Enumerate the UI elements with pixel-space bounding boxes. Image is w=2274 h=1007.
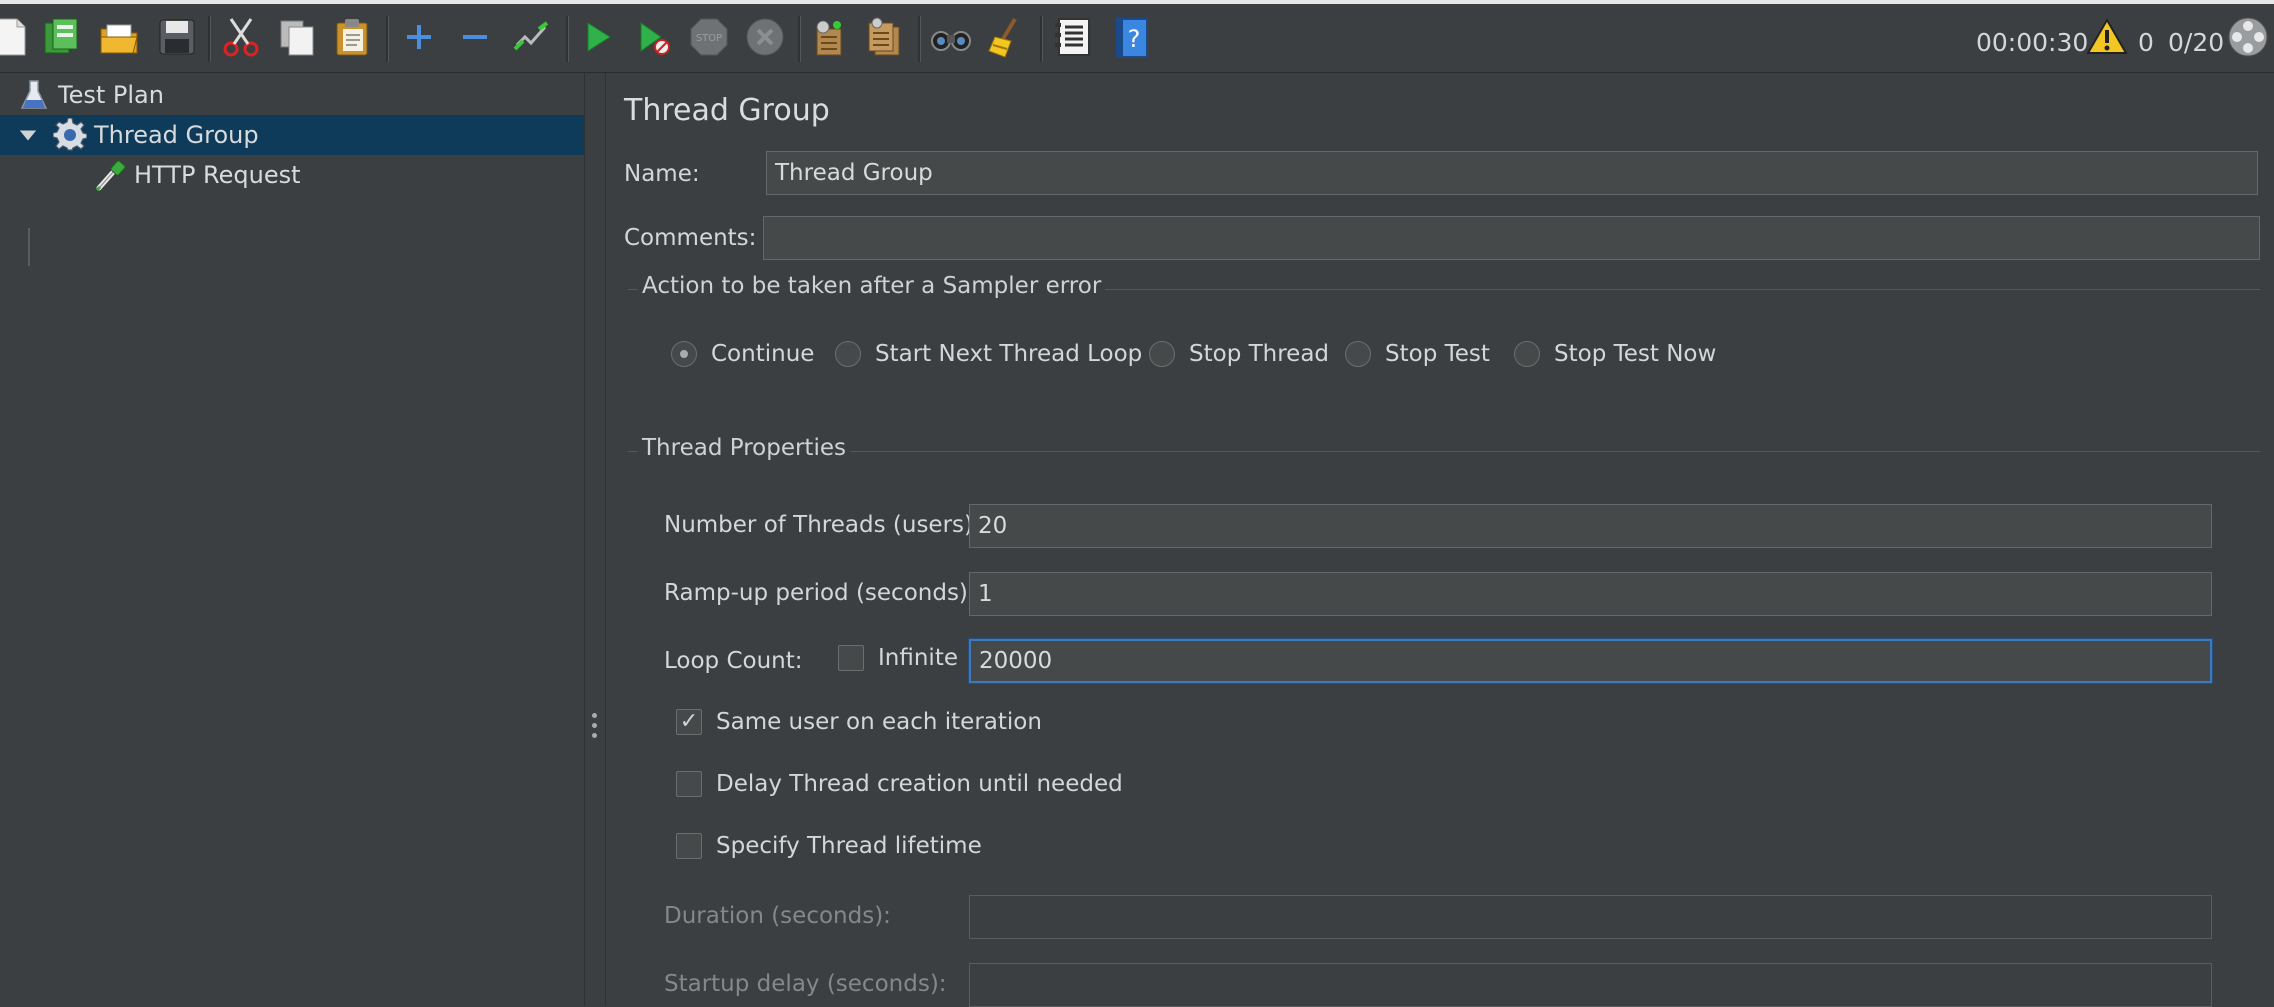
threads-label: Number of Threads (users): — [664, 512, 981, 538]
chevron-down-icon — [19, 130, 37, 141]
comments-label: Comments: — [624, 225, 757, 251]
rampup-label: Ramp-up period (seconds): — [664, 580, 976, 606]
toolbar: STOP ? 00:00:30 0 0/20 — [0, 4, 2274, 73]
radio-start-next-thread-loop-label: Start Next Thread Loop — [875, 341, 1143, 367]
open-icon[interactable] — [96, 14, 142, 60]
sampler-error-section-title: Action to be taken after a Sampler error — [638, 273, 1106, 299]
radio-stop-test-now-label: Stop Test Now — [1554, 341, 1717, 367]
clear-all-icon[interactable] — [862, 14, 908, 60]
radio-stop-test-now-indicator[interactable] — [1514, 341, 1540, 367]
same-user-label: Same user on each iteration — [716, 709, 1042, 735]
toolbar-separator — [918, 16, 921, 62]
duration-field — [969, 895, 2212, 939]
page-title: Thread Group — [624, 93, 830, 128]
thread-group-gear-icon — [52, 117, 88, 153]
tree-connector-line — [28, 228, 30, 266]
loop-count-field[interactable]: 20000 — [969, 639, 2212, 683]
elapsed-time: 00:00:30 — [1976, 27, 2089, 57]
radio-stop-test-now[interactable]: Stop Test Now — [1514, 341, 1716, 367]
infinite-label: Infinite — [878, 645, 958, 671]
name-field[interactable]: Thread Group — [766, 151, 2258, 195]
toolbar-separator — [798, 16, 801, 62]
function-helper-icon[interactable] — [1050, 14, 1096, 60]
tree-item-thread-group[interactable]: Thread Group — [0, 115, 602, 155]
tree-expand-toggle[interactable] — [18, 128, 40, 142]
shutdown-icon[interactable] — [742, 14, 788, 60]
loop-count-label: Loop Count: — [664, 648, 803, 674]
duration-label: Duration (seconds): — [664, 903, 891, 929]
cut-icon[interactable] — [218, 14, 264, 60]
expand-icon[interactable] — [396, 14, 442, 60]
threads-field[interactable]: 20 — [969, 504, 2212, 548]
specify-lifetime-label: Specify Thread lifetime — [716, 833, 982, 859]
splitter-grip-icon[interactable] — [592, 713, 598, 743]
stop-icon[interactable]: STOP — [686, 14, 732, 60]
tree-item-http-request[interactable]: HTTP Request — [0, 155, 676, 195]
thread-properties-section: Thread Properties — [628, 435, 2260, 461]
paste-icon[interactable] — [330, 14, 376, 60]
start-no-pauses-icon[interactable] — [630, 14, 676, 60]
comments-field[interactable] — [763, 216, 2260, 260]
collapse-icon[interactable] — [452, 14, 498, 60]
specify-lifetime-box[interactable] — [676, 833, 702, 859]
checkmark-icon[interactable]: ✓ — [676, 709, 702, 735]
radio-stop-thread-indicator[interactable] — [1149, 341, 1175, 367]
tree-item-label: Thread Group — [94, 121, 259, 149]
help-icon-text: ? — [1128, 25, 1141, 53]
delay-thread-creation-checkbox[interactable]: Delay Thread creation until needed — [676, 771, 1123, 797]
same-user-checkbox[interactable]: ✓ Same user on each iteration — [676, 709, 1042, 735]
http-request-pipette-icon — [92, 157, 128, 193]
tree-item-label: HTTP Request — [134, 161, 301, 189]
radio-start-next-thread-loop[interactable]: Start Next Thread Loop — [835, 341, 1142, 367]
tree-item-test-plan[interactable]: Test Plan — [0, 75, 600, 115]
radio-stop-test-indicator[interactable] — [1345, 341, 1371, 367]
delay-thread-creation-label: Delay Thread creation until needed — [716, 771, 1123, 797]
panel-splitter[interactable] — [584, 73, 606, 1006]
new-icon[interactable] — [0, 14, 32, 60]
tree-item-label: Test Plan — [58, 81, 164, 109]
test-plan-icon — [16, 77, 52, 113]
help-icon[interactable]: ? — [1108, 14, 1154, 60]
copy-icon[interactable] — [274, 14, 320, 60]
infinite-checkbox-box[interactable] — [838, 645, 864, 671]
reset-search-icon[interactable] — [984, 14, 1030, 60]
toolbar-separator — [208, 16, 211, 62]
active-threads: 0/20 — [2168, 27, 2225, 57]
radio-start-next-thread-loop-indicator[interactable] — [835, 341, 861, 367]
radio-stop-thread[interactable]: Stop Thread — [1149, 341, 1329, 367]
test-plan-tree: Test Plan Thread Group HTTP Request — [0, 73, 602, 1006]
toolbar-separator — [386, 16, 389, 62]
sampler-error-section: Action to be taken after a Sampler error — [628, 273, 2260, 299]
infinite-checkbox[interactable]: Infinite — [838, 645, 958, 671]
radio-continue-indicator[interactable] — [671, 341, 697, 367]
thread-group-editor: Thread Group Name: Thread Group Comments… — [605, 73, 2274, 1007]
warning-icon[interactable] — [2084, 14, 2130, 60]
warning-count: 0 — [2138, 27, 2154, 57]
startup-delay-label: Startup delay (seconds): — [664, 971, 947, 997]
delay-thread-creation-box[interactable] — [676, 771, 702, 797]
toolbar-separator — [566, 16, 569, 62]
threads-indicator-icon — [2225, 14, 2271, 60]
clear-icon[interactable] — [806, 14, 852, 60]
toolbar-separator — [1040, 16, 1043, 62]
radio-continue-label: Continue — [711, 341, 815, 367]
name-label: Name: — [624, 161, 700, 187]
start-icon[interactable] — [574, 14, 620, 60]
startup-delay-field — [969, 963, 2212, 1007]
stop-icon-text: STOP — [696, 33, 722, 44]
radio-stop-thread-label: Stop Thread — [1189, 341, 1330, 367]
radio-stop-test[interactable]: Stop Test — [1345, 341, 1490, 367]
toggle-icon[interactable] — [508, 14, 554, 60]
save-icon[interactable] — [154, 14, 200, 60]
search-icon[interactable] — [928, 14, 974, 60]
radio-stop-test-label: Stop Test — [1385, 341, 1490, 367]
radio-continue[interactable]: Continue — [671, 341, 814, 367]
rampup-field[interactable]: 1 — [969, 572, 2212, 616]
templates-icon[interactable] — [38, 14, 84, 60]
specify-lifetime-checkbox[interactable]: Specify Thread lifetime — [676, 833, 982, 859]
thread-properties-section-title: Thread Properties — [638, 435, 850, 461]
